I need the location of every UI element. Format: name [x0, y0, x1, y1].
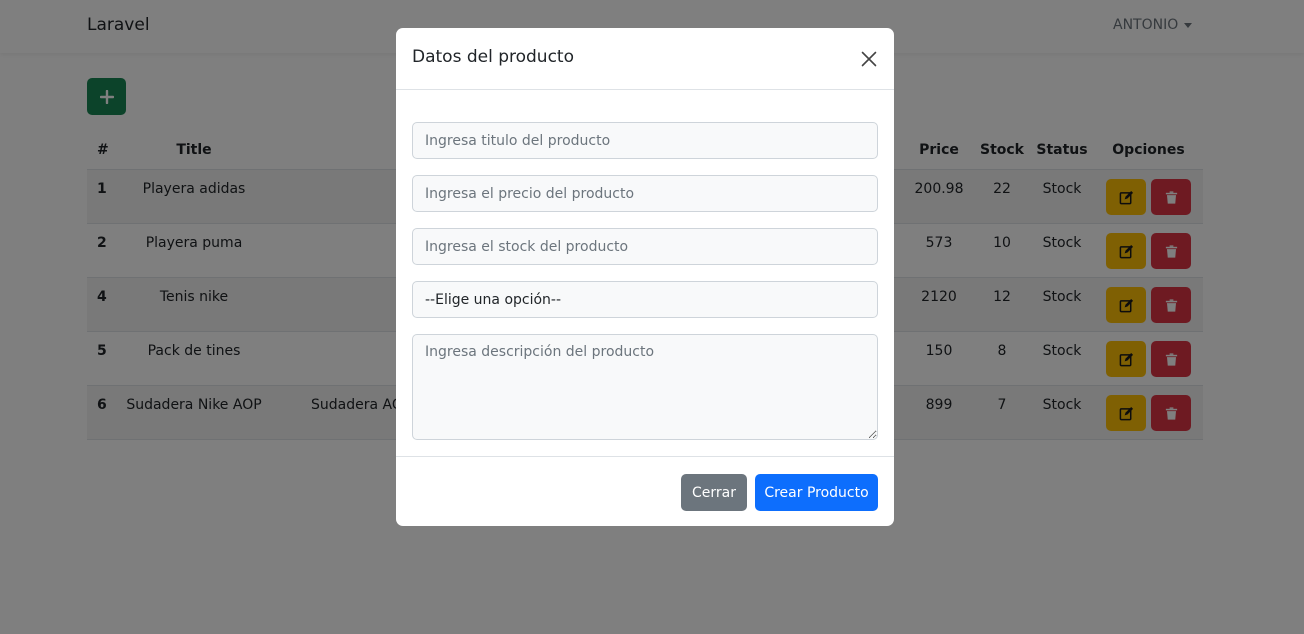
create-product-button[interactable]: Crear Producto — [755, 474, 878, 511]
title-input[interactable] — [412, 122, 878, 159]
close-icon — [861, 51, 877, 67]
description-textarea[interactable] — [412, 334, 878, 440]
cancel-button[interactable]: Cerrar — [681, 474, 747, 511]
price-input[interactable] — [412, 175, 878, 212]
product-modal: Datos del producto --Elige una opción-- … — [396, 28, 894, 526]
modal-footer: Cerrar Crear Producto — [396, 456, 894, 526]
status-select[interactable]: --Elige una opción-- — [412, 281, 878, 318]
modal-title: Datos del producto — [412, 47, 574, 67]
stock-input[interactable] — [412, 228, 878, 265]
close-modal-button[interactable] — [857, 47, 881, 71]
modal-header: Datos del producto — [396, 28, 894, 90]
